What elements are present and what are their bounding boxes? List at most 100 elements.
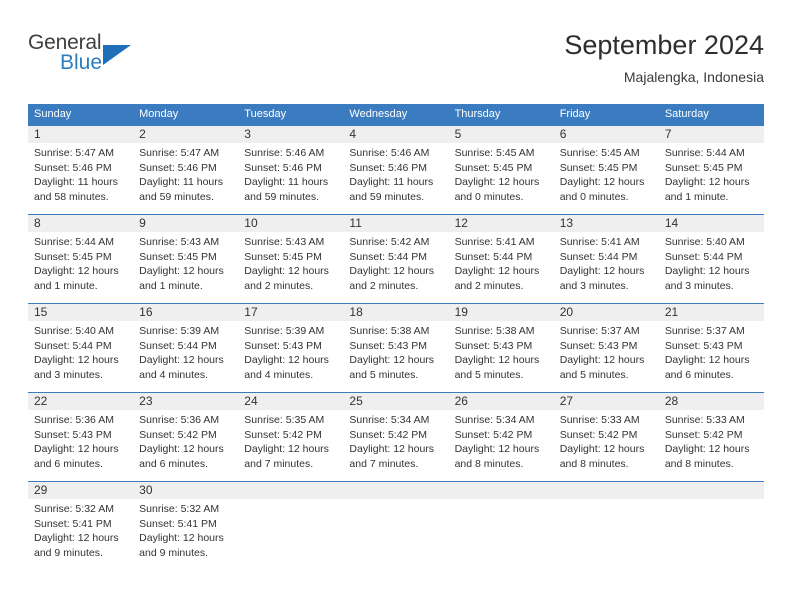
day-sun-info: Sunrise: 5:36 AM Sunset: 5:43 PM Daylight:… bbox=[28, 410, 133, 471]
daylight-text-line2: and 9 minutes. bbox=[139, 546, 209, 559]
day-number: 14 bbox=[658, 215, 764, 232]
sunrise-text: Sunrise: 5:38 AM bbox=[454, 325, 535, 337]
day-number: 16 bbox=[133, 304, 239, 321]
day-number: 30 bbox=[133, 482, 239, 499]
calendar-day-cell[interactable]: 6 Sunrise: 5:45 AM Sunset: 5:45 PM Daylight… bbox=[553, 126, 659, 215]
daylight-text-line2: and 0 minutes. bbox=[454, 190, 524, 203]
title-block: September 2024 Majalengka, Indonesia bbox=[564, 28, 764, 87]
daylight-text-line2: and 3 minutes. bbox=[664, 279, 734, 292]
general-blue-logo[interactable]: General Blue bbox=[28, 32, 208, 88]
daylight-text-line2: and 59 minutes. bbox=[244, 190, 319, 203]
daylight-text-line1: Daylight: 12 hours bbox=[139, 443, 224, 455]
calendar-day-cell[interactable]: 22 Sunrise: 5:36 AM Sunset: 5:43 PM Dayligh… bbox=[28, 392, 134, 482]
sunset-text: Sunset: 5:42 PM bbox=[139, 428, 217, 441]
sunset-text: Sunset: 5:44 PM bbox=[559, 250, 638, 263]
daylight-text-line2: and 3 minutes. bbox=[559, 279, 629, 292]
calendar-day-cell[interactable]: 24 Sunrise: 5:35 AM Sunset: 5:42 PM Dayligh… bbox=[238, 392, 344, 482]
calendar-day-cell[interactable]: 27 Sunrise: 5:33 AM Sunset: 5:42 PM Dayligh… bbox=[553, 392, 659, 482]
day-cell-content: 25 Sunrise: 5:34 AM Sunset: 5:42 PM Dayligh… bbox=[343, 393, 449, 481]
day-sun-info: Sunrise: 5:33 AM Sunset: 5:42 PM Daylight:… bbox=[554, 410, 659, 471]
calendar-header-row: Sunday Monday Tuesday Wednesday Thursday… bbox=[28, 104, 764, 126]
calendar-day-cell[interactable]: 21 Sunrise: 5:37 AM Sunset: 5:43 PM Dayligh… bbox=[658, 303, 764, 393]
day-number: 26 bbox=[448, 393, 554, 410]
sunrise-text: Sunrise: 5:47 AM bbox=[139, 147, 220, 159]
day-cell-content: 4 Sunrise: 5:46 AM Sunset: 5:46 PM Daylight… bbox=[343, 126, 449, 214]
calendar-day-cell[interactable]: 16 Sunrise: 5:39 AM Sunset: 5:44 PM Dayligh… bbox=[133, 303, 239, 393]
sunset-text: Sunset: 5:45 PM bbox=[34, 250, 112, 263]
daylight-text-line2: and 5 minutes. bbox=[559, 368, 629, 381]
daylight-text-line1: Daylight: 12 hours bbox=[34, 354, 119, 366]
sunset-text: Sunset: 5:45 PM bbox=[559, 161, 638, 174]
sunset-text: Sunset: 5:44 PM bbox=[454, 250, 533, 263]
calendar-day-cell[interactable]: 13 Sunrise: 5:41 AM Sunset: 5:44 PM Dayligh… bbox=[553, 214, 659, 304]
calendar-day-cell[interactable]: 26 Sunrise: 5:34 AM Sunset: 5:42 PM Dayligh… bbox=[448, 392, 554, 482]
page-header: General Blue September 2024 Majalengka, … bbox=[28, 28, 764, 94]
sunset-text: Sunset: 5:44 PM bbox=[349, 250, 428, 263]
weekday-thursday: Thursday bbox=[448, 104, 554, 126]
calendar-day-cell[interactable]: 11 Sunrise: 5:42 AM Sunset: 5:44 PM Dayligh… bbox=[343, 214, 449, 304]
logo-text-blue: Blue bbox=[60, 51, 103, 74]
weekday-tuesday: Tuesday bbox=[238, 104, 344, 126]
daylight-text-line1: Daylight: 12 hours bbox=[664, 176, 750, 188]
sunrise-text: Sunrise: 5:32 AM bbox=[34, 503, 114, 515]
sunrise-text: Sunrise: 5:46 AM bbox=[244, 147, 325, 159]
daylight-text-line2: and 59 minutes. bbox=[139, 190, 214, 203]
day-number: 21 bbox=[658, 304, 764, 321]
sunset-text: Sunset: 5:46 PM bbox=[139, 161, 217, 174]
daylight-text-line1: Daylight: 12 hours bbox=[454, 176, 540, 188]
calendar-day-cell[interactable]: 14 Sunrise: 5:40 AM Sunset: 5:44 PM Dayligh… bbox=[658, 214, 764, 304]
day-cell-content: 13 Sunrise: 5:41 AM Sunset: 5:44 PM Dayligh… bbox=[553, 215, 659, 303]
sunset-text: Sunset: 5:44 PM bbox=[34, 339, 112, 352]
calendar-day-cell[interactable]: 3 Sunrise: 5:46 AM Sunset: 5:46 PM Daylight… bbox=[238, 126, 344, 215]
daylight-text-line1: Daylight: 12 hours bbox=[559, 265, 645, 277]
calendar-day-cell[interactable]: 8 Sunrise: 5:44 AM Sunset: 5:45 PM Daylight… bbox=[28, 214, 134, 304]
calendar-day-cell[interactable]: 29 Sunrise: 5:32 AM Sunset: 5:41 PM Dayligh… bbox=[28, 481, 134, 570]
day-number: 20 bbox=[553, 304, 659, 321]
sunrise-text: Sunrise: 5:41 AM bbox=[454, 236, 535, 248]
sunrise-text: Sunrise: 5:38 AM bbox=[349, 325, 430, 337]
calendar-day-cell[interactable]: 17 Sunrise: 5:39 AM Sunset: 5:43 PM Dayligh… bbox=[238, 303, 344, 393]
sunset-text: Sunset: 5:42 PM bbox=[664, 428, 743, 441]
calendar-day-cell[interactable]: 19 Sunrise: 5:38 AM Sunset: 5:43 PM Dayligh… bbox=[448, 303, 554, 393]
calendar-day-cell[interactable]: 7 Sunrise: 5:44 AM Sunset: 5:45 PM Daylight… bbox=[658, 126, 764, 215]
day-number: 18 bbox=[343, 304, 449, 321]
sunrise-text: Sunrise: 5:34 AM bbox=[349, 414, 430, 426]
calendar-day-cell[interactable]: 15 Sunrise: 5:40 AM Sunset: 5:44 PM Dayligh… bbox=[28, 303, 134, 393]
calendar-day-cell[interactable]: 5 Sunrise: 5:45 AM Sunset: 5:45 PM Daylight… bbox=[448, 126, 554, 215]
calendar-day-cell[interactable]: 28 Sunrise: 5:33 AM Sunset: 5:42 PM Dayligh… bbox=[658, 392, 764, 482]
calendar-day-cell[interactable]: 9 Sunrise: 5:43 AM Sunset: 5:45 PM Daylight… bbox=[133, 214, 239, 304]
calendar-day-cell[interactable]: 4 Sunrise: 5:46 AM Sunset: 5:46 PM Daylight… bbox=[343, 126, 449, 215]
day-number: 8 bbox=[28, 215, 134, 232]
calendar-day-cell[interactable]: 20 Sunrise: 5:37 AM Sunset: 5:43 PM Dayligh… bbox=[553, 303, 659, 393]
daylight-text-line2: and 3 minutes. bbox=[34, 368, 103, 381]
day-number: 27 bbox=[553, 393, 659, 410]
daylight-text-line1: Daylight: 12 hours bbox=[34, 532, 119, 544]
calendar-day-cell[interactable]: 2 Sunrise: 5:47 AM Sunset: 5:46 PM Daylight… bbox=[133, 126, 239, 215]
sunset-text: Sunset: 5:46 PM bbox=[34, 161, 112, 174]
calendar-day-cell[interactable]: 12 Sunrise: 5:41 AM Sunset: 5:44 PM Dayligh… bbox=[448, 214, 554, 304]
day-number: 13 bbox=[553, 215, 659, 232]
sunset-text: Sunset: 5:43 PM bbox=[454, 339, 533, 352]
sunrise-text: Sunrise: 5:41 AM bbox=[559, 236, 640, 248]
calendar-day-cell[interactable]: 1 Sunrise: 5:47 AM Sunset: 5:46 PM Daylight… bbox=[28, 126, 134, 215]
day-number: 1 bbox=[28, 126, 134, 143]
sunset-text: Sunset: 5:43 PM bbox=[559, 339, 638, 352]
day-sun-info: Sunrise: 5:33 AM Sunset: 5:42 PM Daylight:… bbox=[659, 410, 764, 471]
day-sun-info: Sunrise: 5:37 AM Sunset: 5:43 PM Daylight:… bbox=[554, 321, 659, 382]
daylight-text-line1: Daylight: 12 hours bbox=[244, 443, 329, 455]
day-cell-content: 17 Sunrise: 5:39 AM Sunset: 5:43 PM Dayligh… bbox=[238, 304, 344, 392]
calendar-day-cell[interactable]: 30 Sunrise: 5:32 AM Sunset: 5:41 PM Dayligh… bbox=[133, 481, 239, 570]
sunrise-text: Sunrise: 5:40 AM bbox=[664, 236, 745, 248]
calendar-empty-cell bbox=[343, 481, 449, 570]
day-sun-info: Sunrise: 5:45 AM Sunset: 5:45 PM Daylight:… bbox=[449, 143, 554, 204]
page-subtitle: Majalengka, Indonesia bbox=[623, 69, 764, 85]
calendar-day-cell[interactable]: 23 Sunrise: 5:36 AM Sunset: 5:42 PM Dayligh… bbox=[133, 392, 239, 482]
calendar-day-cell[interactable]: 10 Sunrise: 5:43 AM Sunset: 5:45 PM Dayligh… bbox=[238, 214, 344, 304]
daylight-text-line1: Daylight: 12 hours bbox=[244, 265, 329, 277]
calendar-day-cell[interactable]: 18 Sunrise: 5:38 AM Sunset: 5:43 PM Dayligh… bbox=[343, 303, 449, 393]
day-sun-info: Sunrise: 5:46 AM Sunset: 5:46 PM Daylight:… bbox=[238, 143, 343, 204]
sunrise-text: Sunrise: 5:43 AM bbox=[139, 236, 220, 248]
day-cell-content: 19 Sunrise: 5:38 AM Sunset: 5:43 PM Dayligh… bbox=[448, 304, 554, 392]
calendar-day-cell[interactable]: 25 Sunrise: 5:34 AM Sunset: 5:42 PM Dayligh… bbox=[343, 392, 449, 482]
day-sun-info: Sunrise: 5:35 AM Sunset: 5:42 PM Daylight:… bbox=[238, 410, 343, 471]
